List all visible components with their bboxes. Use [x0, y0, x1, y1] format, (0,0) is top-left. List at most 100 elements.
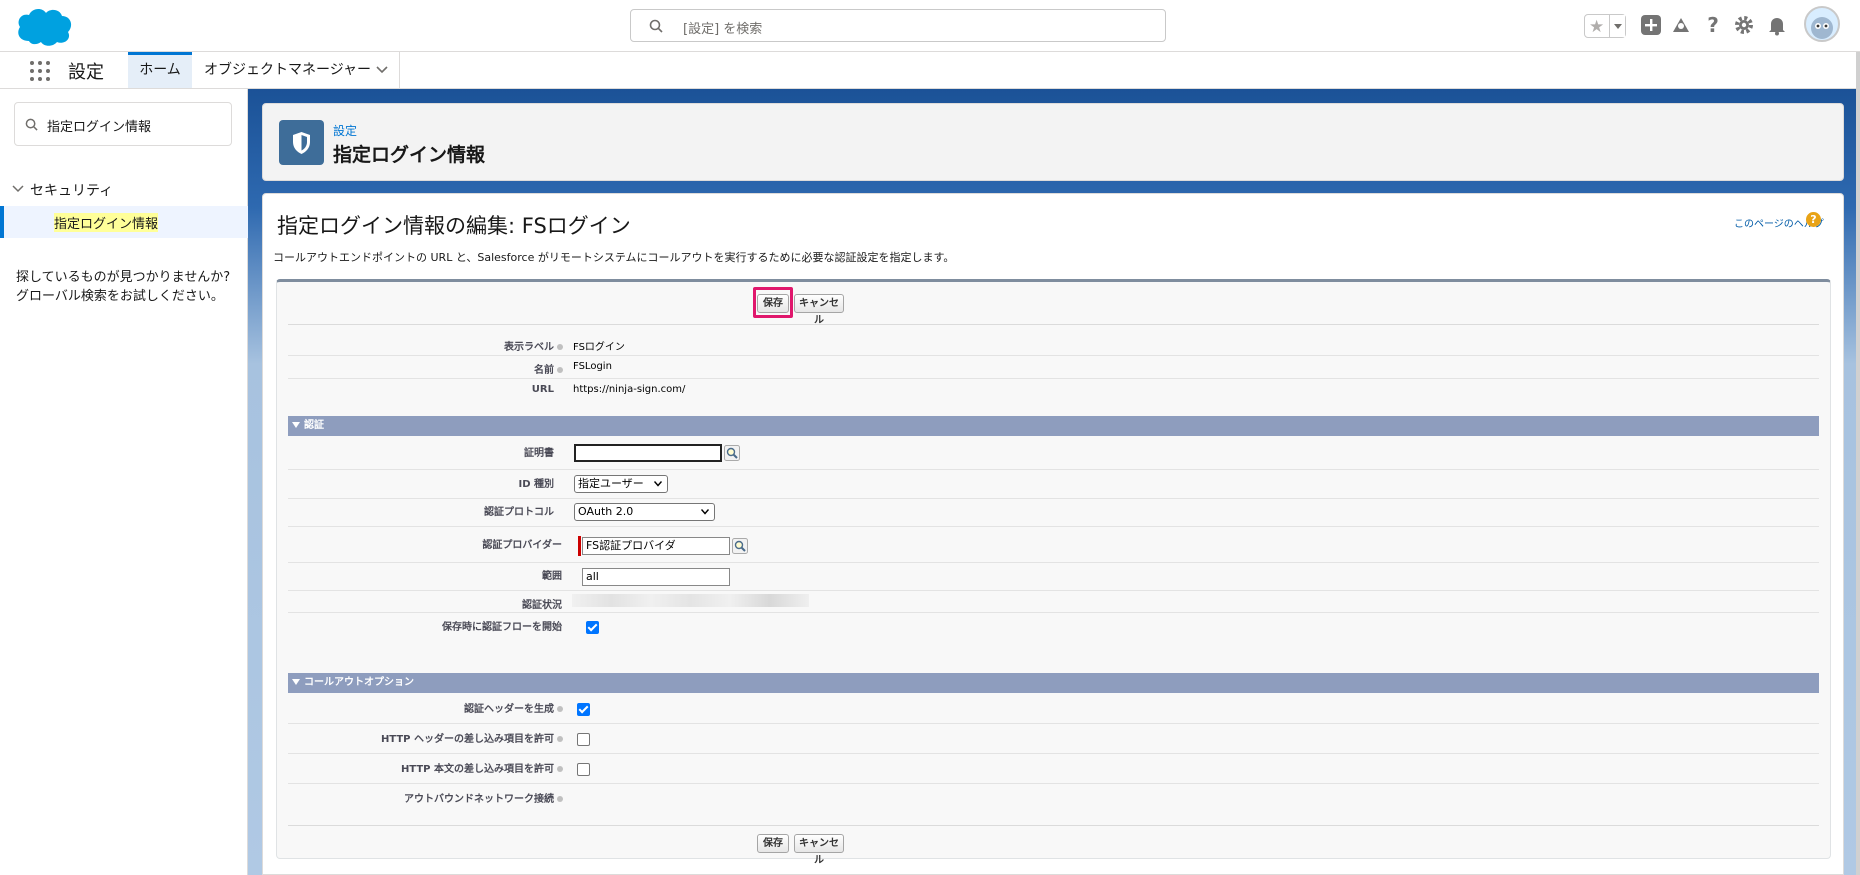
divider [288, 753, 1819, 754]
avatar-image [1811, 17, 1833, 39]
page-title: 指定ログイン情報 [333, 144, 486, 166]
chevron-down-icon [701, 509, 709, 515]
search-icon [25, 118, 38, 131]
sidebar-help-line: 探しているものが見つかりませんか? [16, 270, 231, 285]
app-launcher-icon[interactable] [30, 61, 50, 81]
generate-auth-header-label-text: 認証ヘッダーを生成 [464, 704, 554, 715]
callout-section-header[interactable]: コールアウトオプション [288, 673, 1819, 693]
certificate-input[interactable] [574, 444, 722, 462]
info-icon[interactable] [557, 344, 563, 350]
collapse-triangle-icon [292, 422, 300, 428]
identity-type-select[interactable]: 指定ユーザー [574, 475, 668, 493]
breadcrumb[interactable]: 設定 [333, 122, 357, 139]
outbound-network-label: アウトバウンドネットワーク接続 [380, 790, 563, 805]
divider [288, 612, 1819, 613]
auth-status-value [572, 594, 809, 607]
favorites-dropdown-icon[interactable] [1609, 15, 1625, 37]
lookup-icon[interactable] [732, 538, 748, 554]
url-label: URL [531, 384, 554, 395]
generate-auth-header-checkbox[interactable] [577, 703, 590, 716]
display-label-label: 表示ラベル [380, 338, 563, 353]
edit-page-title: 指定ログイン情報の編集: FSログイン [277, 214, 631, 238]
favorites-button[interactable]: ★ [1584, 14, 1626, 38]
quick-find-value: 指定ログイン情報 [47, 120, 152, 135]
help-icon[interactable]: ? [1702, 14, 1724, 36]
outbound-network-label-text: アウトバウンドネットワーク接続 [404, 794, 554, 805]
divider [288, 469, 1819, 470]
tab-object-manager[interactable]: オブジェクトマネージャー [192, 52, 400, 88]
sidebar-help-text: 探しているものが見つかりませんか? グローバル検索をお試しください。 [16, 268, 230, 306]
info-icon[interactable] [557, 796, 563, 802]
certificate-label: 証明書 [524, 448, 554, 459]
sidebar-item-named-credentials[interactable]: 指定ログイン情報 [0, 206, 248, 238]
trailhead-icon[interactable] [1670, 14, 1692, 36]
scope-input[interactable]: all [582, 568, 730, 586]
allow-merge-body-label-text: HTTP 本文の差し込み項目を許可 [400, 764, 554, 775]
global-header: [設定] を検索 ★ ? [0, 0, 1860, 52]
notification-bell-icon[interactable] [1766, 14, 1788, 36]
shield-icon [279, 120, 324, 165]
divider [288, 562, 1819, 563]
chevron-down-icon [654, 481, 662, 487]
auth-protocol-select[interactable]: OAuth 2.0 [574, 503, 715, 521]
identity-type-value: 指定ユーザー [578, 477, 644, 490]
generate-auth-header-label: 認証ヘッダーを生成 [380, 700, 563, 715]
callout-section-title: コールアウトオプション [304, 677, 414, 688]
sidebar-section-label: セキュリティ [30, 183, 114, 199]
divider [288, 355, 1819, 356]
gear-icon[interactable] [1733, 14, 1755, 36]
global-add-icon[interactable] [1640, 14, 1662, 36]
info-icon[interactable] [557, 736, 563, 742]
auth-section-title: 認証 [304, 420, 324, 431]
save-button-bottom[interactable]: 保存 [757, 834, 789, 853]
name-label: 名前 [380, 361, 563, 376]
name-value: FSLogin [573, 361, 612, 372]
user-avatar[interactable] [1804, 6, 1840, 42]
divider [288, 590, 1819, 591]
divider [288, 378, 1819, 379]
allow-merge-body-checkbox[interactable] [577, 763, 590, 776]
tab-object-manager-label: オブジェクトマネージャー [204, 62, 372, 78]
divider [288, 498, 1819, 499]
app-name: 設定 [68, 62, 104, 83]
auth-protocol-value: OAuth 2.0 [578, 505, 634, 518]
allow-merge-header-label: HTTP ヘッダーの差し込み項目を許可 [380, 730, 563, 745]
divider [288, 723, 1819, 724]
allow-merge-header-checkbox[interactable] [577, 733, 590, 746]
lookup-icon[interactable] [724, 445, 740, 461]
window-scrollbar[interactable] [1856, 52, 1860, 875]
page-description: コールアウトエンドポイントの URL と、Salesforce がリモートシステ… [273, 251, 955, 264]
svg-text:?: ? [1707, 14, 1719, 36]
cancel-button[interactable]: キャンセル [794, 294, 844, 326]
auth-provider-label: 認証プロバイダー [482, 540, 562, 551]
help-icon[interactable]: ? [1806, 212, 1821, 227]
chevron-down-icon[interactable] [376, 65, 388, 75]
save-button[interactable]: 保存 [757, 294, 789, 313]
name-label-text: 名前 [534, 365, 554, 376]
search-placeholder: [設定] を検索 [683, 22, 763, 37]
sidebar-help-line: グローバル検索をお試しください。 [16, 289, 224, 304]
divider [288, 324, 1819, 325]
scope-label: 範囲 [542, 571, 562, 582]
start-auth-flow-checkbox[interactable] [586, 621, 599, 634]
search-icon [649, 19, 663, 33]
display-label-value: FSログイン [573, 342, 625, 353]
tab-home[interactable]: ホーム [128, 52, 192, 88]
sidebar-section-security[interactable]: セキュリティ [12, 180, 113, 200]
url-value: https://ninja-sign.com/ [573, 384, 686, 395]
auth-section-header[interactable]: 認証 [288, 416, 1819, 436]
quick-find-input[interactable]: 指定ログイン情報 [14, 102, 232, 146]
allow-merge-body-label: HTTP 本文の差し込み項目を許可 [380, 760, 563, 775]
required-indicator [578, 536, 581, 556]
divider [288, 783, 1819, 784]
divider [288, 825, 1819, 826]
info-icon[interactable] [557, 766, 563, 772]
cancel-button-bottom[interactable]: キャンセル [794, 834, 844, 866]
info-icon[interactable] [557, 706, 563, 712]
start-auth-flow-label: 保存時に認証フローを開始 [442, 622, 562, 633]
auth-status-label: 認証状況 [522, 600, 562, 611]
global-search-input[interactable]: [設定] を検索 [630, 9, 1166, 42]
auth-provider-input[interactable]: FS認証プロバイダ [582, 537, 730, 555]
info-icon[interactable] [557, 367, 563, 373]
salesforce-logo[interactable] [14, 5, 74, 47]
